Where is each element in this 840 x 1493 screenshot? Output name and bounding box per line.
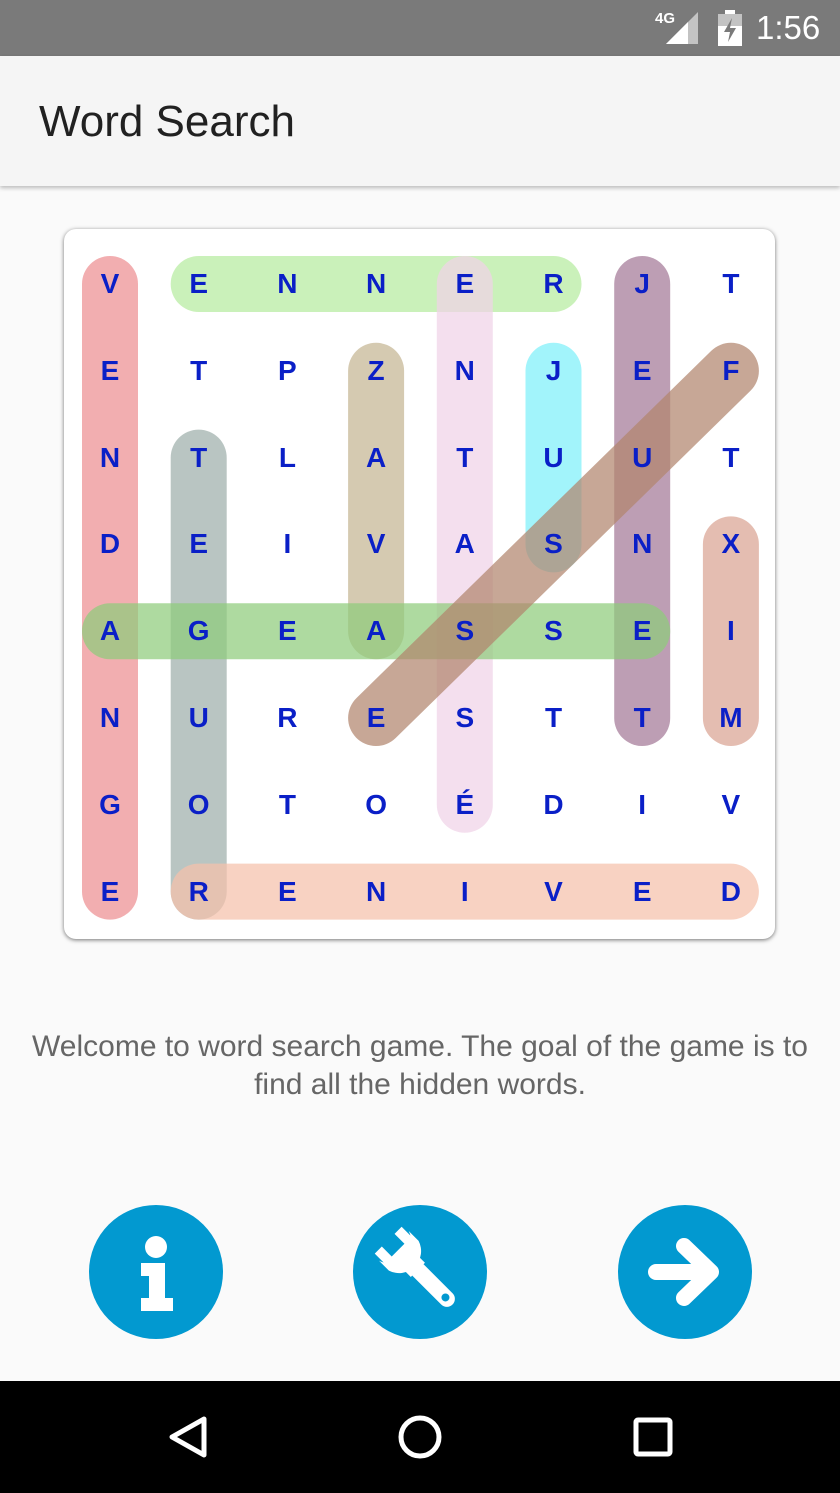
grid-letter[interactable]: G	[80, 785, 140, 825]
grid-letter[interactable]: T	[257, 785, 317, 825]
grid-letter[interactable]: E	[435, 264, 495, 304]
grid-letter[interactable]: G	[169, 611, 229, 651]
grid-letter[interactable]: E	[80, 351, 140, 391]
grid-letter[interactable]: E	[257, 872, 317, 912]
grid-letter[interactable]: T	[612, 698, 672, 738]
grid-letter[interactable]: V	[524, 872, 584, 912]
word-search-board[interactable]: VENNERJTETPZNJEFNTLATUUTDEIVASNXAGEASSEI…	[64, 229, 775, 939]
grid-letter[interactable]: E	[169, 524, 229, 564]
grid-letter[interactable]: S	[435, 611, 495, 651]
grid-letter[interactable]: I	[701, 611, 761, 651]
navigation-bar	[0, 1381, 840, 1493]
grid-letter[interactable]: A	[435, 524, 495, 564]
nav-home-button[interactable]	[360, 1381, 480, 1493]
grid-letter[interactable]: E	[346, 698, 406, 738]
grid-letter[interactable]: E	[257, 611, 317, 651]
grid-letter[interactable]: J	[524, 351, 584, 391]
grid-letter[interactable]: I	[612, 785, 672, 825]
grid-letter[interactable]: V	[80, 264, 140, 304]
grid-letter[interactable]: U	[169, 698, 229, 738]
grid-letter[interactable]: E	[612, 351, 672, 391]
play-button[interactable]	[618, 1205, 752, 1339]
back-icon	[169, 1416, 207, 1458]
nav-recents-button[interactable]	[593, 1381, 713, 1493]
grid-letter[interactable]: N	[80, 698, 140, 738]
settings-button[interactable]	[353, 1205, 487, 1339]
arrow-right-icon	[648, 1238, 719, 1306]
grid-letter[interactable]: N	[435, 351, 495, 391]
grid-letter[interactable]: D	[524, 785, 584, 825]
welcome-message: Welcome to word search game. The goal of…	[32, 1030, 808, 1101]
grid-letter[interactable]: N	[346, 264, 406, 304]
grid-letter[interactable]: I	[257, 524, 317, 564]
grid-letter[interactable]: F	[701, 351, 761, 391]
grid-letter[interactable]: T	[701, 438, 761, 478]
page-title: Word Search	[39, 97, 295, 146]
grid-letter[interactable]: S	[524, 524, 584, 564]
grid-letter[interactable]: E	[612, 872, 672, 912]
grid-letter[interactable]: U	[612, 438, 672, 478]
grid-letter[interactable]: É	[435, 785, 495, 825]
grid-letter[interactable]: E	[169, 264, 229, 304]
grid-letter[interactable]: N	[257, 264, 317, 304]
grid-letter[interactable]: J	[612, 264, 672, 304]
app-bar: Word Search	[0, 56, 840, 186]
recents-icon	[633, 1417, 673, 1457]
grid-letter[interactable]: T	[169, 351, 229, 391]
grid-letter[interactable]: P	[257, 351, 317, 391]
grid-letter[interactable]: Z	[346, 351, 406, 391]
grid-letter[interactable]: O	[346, 785, 406, 825]
nav-back-button[interactable]	[128, 1381, 248, 1493]
grid-letter[interactable]: R	[257, 698, 317, 738]
grid-letter[interactable]: T	[701, 264, 761, 304]
grid-letter[interactable]: N	[80, 438, 140, 478]
grid-letter[interactable]: V	[701, 785, 761, 825]
grid-letter[interactable]: A	[80, 611, 140, 651]
grid-letter[interactable]: R	[524, 264, 584, 304]
grid-letter[interactable]: N	[346, 872, 406, 912]
grid-letter[interactable]: E	[612, 611, 672, 651]
status-time: 1:56	[756, 9, 821, 46]
grid-letter[interactable]: T	[524, 698, 584, 738]
highlight-layer	[82, 256, 759, 920]
grid-letter[interactable]: U	[524, 438, 584, 478]
home-icon	[398, 1415, 442, 1459]
battery-icon	[718, 10, 742, 46]
grid-letter[interactable]: T	[169, 438, 229, 478]
grid-letter[interactable]: D	[701, 872, 761, 912]
grid-letter[interactable]: A	[346, 438, 406, 478]
grid-letter[interactable]: V	[346, 524, 406, 564]
grid-letter[interactable]: I	[435, 872, 495, 912]
grid-letter[interactable]: O	[169, 785, 229, 825]
grid-letter[interactable]: T	[435, 438, 495, 478]
grid-letter[interactable]: X	[701, 524, 761, 564]
grid-letter[interactable]: N	[612, 524, 672, 564]
grid-letter[interactable]: E	[80, 872, 140, 912]
info-button[interactable]	[89, 1205, 223, 1339]
grid-letter[interactable]: M	[701, 698, 761, 738]
grid-letter[interactable]: R	[169, 872, 229, 912]
grid-letter[interactable]: S	[435, 698, 495, 738]
wrench-icon	[374, 1226, 455, 1307]
grid-letter[interactable]: D	[80, 524, 140, 564]
status-bar: 4G 1:56	[0, 0, 840, 56]
info-icon	[141, 1236, 173, 1311]
grid-letter[interactable]: A	[346, 611, 406, 651]
signal-icon	[666, 12, 698, 44]
grid-letter[interactable]: L	[257, 438, 317, 478]
grid-letter[interactable]: S	[524, 611, 584, 651]
